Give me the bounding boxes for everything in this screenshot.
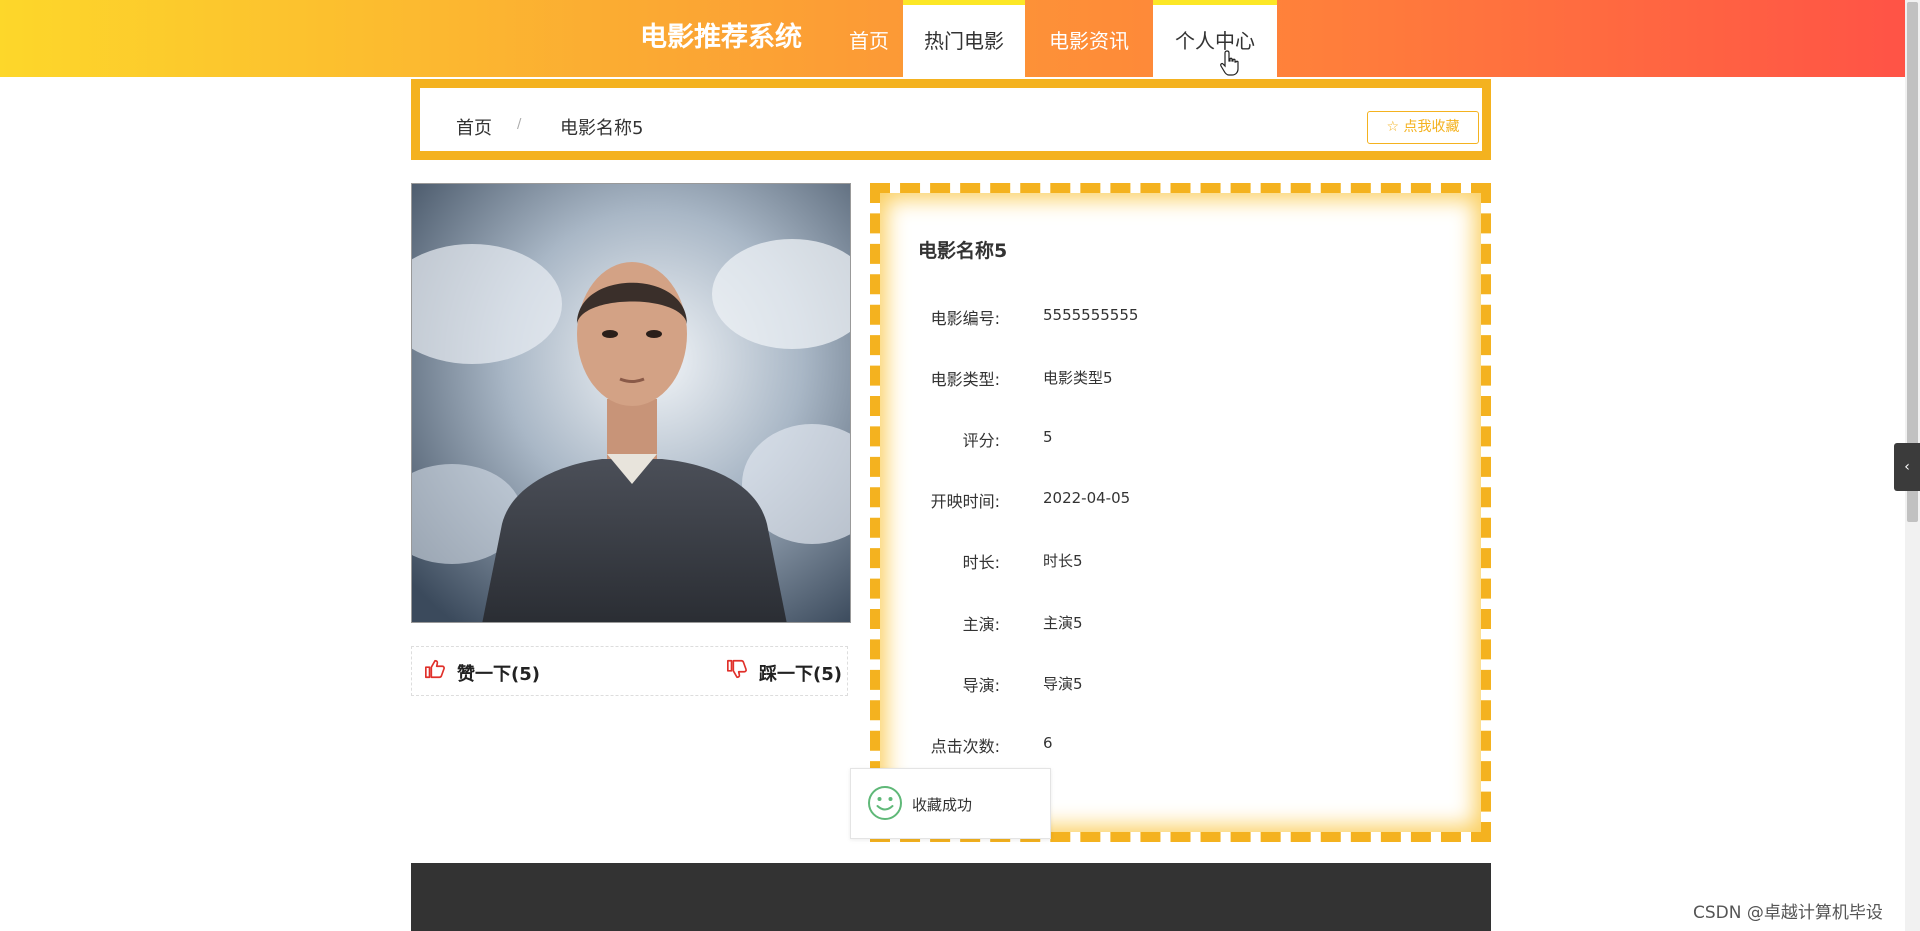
nav-hot-movies[interactable]: 热门电影 (903, 0, 1025, 77)
movie-title: 电影名称5 (918, 240, 1008, 262)
breadcrumb-current: 电影名称5 (560, 118, 644, 139)
breadcrumb-separator: / (517, 117, 522, 132)
movie-poster (411, 183, 851, 623)
detail-label-rating: 评分: (962, 431, 1000, 450)
breadcrumb: 首页 / 电影名称5 ☆ 点我收藏 (411, 79, 1491, 160)
movie-poster-image (412, 184, 850, 622)
detail-value-release-date: 2022-04-05 (1043, 489, 1131, 507)
nav-personal-center[interactable]: 个人中心 (1153, 0, 1277, 77)
detail-value-starring: 主演5 (1043, 614, 1083, 632)
detail-label-clicks: 点击次数: (930, 737, 1000, 756)
page-footer (411, 863, 1491, 931)
detail-value-rating: 5 (1043, 428, 1053, 446)
detail-label-type: 电影类型: (930, 370, 1000, 389)
detail-label-director: 导演: (962, 676, 1000, 695)
breadcrumb-home[interactable]: 首页 (456, 114, 492, 140)
detail-label-starring: 主演: (962, 615, 1000, 634)
site-title: 电影推荐系统 (640, 22, 802, 53)
detail-label-id: 电影编号: (930, 309, 1000, 328)
detail-value-type: 电影类型5 (1043, 369, 1113, 387)
detail-value-clicks: 6 (1043, 734, 1053, 752)
side-collapse-tab[interactable]: ‹ (1894, 443, 1920, 491)
detail-label-release-date: 开映时间: (930, 492, 1000, 511)
success-toast: 收藏成功 (850, 768, 1051, 839)
movie-detail-panel: 电影名称5 电影编号: 5555555555 电影类型: 电影类型5 评分: 5… (870, 183, 1491, 842)
vote-bar: 赞一下(5) 踩一下(5) (411, 646, 848, 696)
dislike-label: 踩一下(5) (759, 664, 842, 685)
thumbs-up-icon (425, 659, 445, 679)
watermark: CSDN @卓越计算机毕设 (1693, 903, 1883, 923)
detail-value-director: 导演5 (1043, 675, 1083, 693)
detail-label-duration: 时长: (962, 553, 1000, 572)
nav-home[interactable]: 首页 (824, 0, 914, 77)
top-navigation-bar: 电影推荐系统 首页 热门电影 电影资讯 个人中心 (0, 0, 1905, 77)
detail-value-duration: 时长5 (1043, 552, 1083, 570)
favorite-button[interactable]: ☆ 点我收藏 (1367, 111, 1479, 144)
nav-movie-news[interactable]: 电影资讯 (1028, 0, 1150, 77)
like-label: 赞一下(5) (457, 664, 540, 685)
smile-icon (868, 786, 902, 820)
thumbs-down-icon (727, 659, 747, 679)
detail-value-id: 5555555555 (1043, 306, 1139, 324)
toast-message: 收藏成功 (912, 796, 973, 814)
hand-cursor-icon (1220, 50, 1239, 76)
